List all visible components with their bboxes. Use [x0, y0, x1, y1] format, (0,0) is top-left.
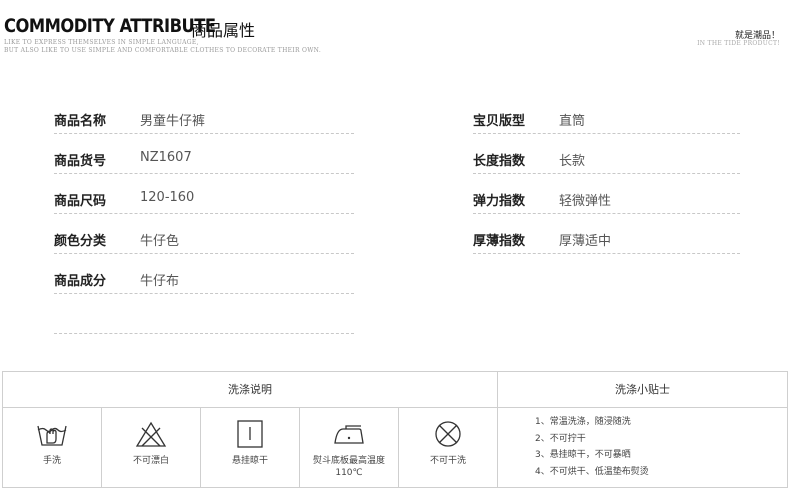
attribute-row: 商品尺码 120-160: [54, 190, 354, 214]
dashed-divider: [473, 213, 740, 214]
care-symbol-caption: 不可漂白: [132, 456, 169, 466]
attribute-label: 商品成分: [54, 274, 107, 289]
dashed-divider: [54, 133, 354, 134]
dashed-divider: [54, 333, 354, 334]
care-symbol-cell: 熨斗底板最高温度110℃: [300, 408, 399, 487]
care-tip-item: 2、不可拧干: [535, 433, 586, 444]
attribute-value: 轻微弹性: [559, 194, 612, 209]
care-symbol-cell: 悬挂晾干: [201, 408, 300, 487]
attribute-value: 男童牛仔裤: [140, 114, 206, 129]
dashed-divider: [54, 253, 354, 254]
header-title-cn: 商品属性: [191, 21, 256, 40]
care-symbol-cell: 不可漂白: [102, 408, 201, 487]
header-subtitle-line2: BUT ALSO LIKE TO USE SIMPLE AND COMFORTA…: [4, 47, 322, 54]
attribute-row: 厚薄指数 厚薄适中: [473, 230, 740, 254]
attribute-value: 牛仔色: [140, 234, 180, 249]
dashed-divider: [54, 213, 354, 214]
care-symbol-cell: 不可干洗: [399, 408, 498, 487]
care-symbol-caption: 不可干洗: [429, 456, 466, 466]
attribute-value: 厚薄适中: [559, 234, 612, 249]
care-instructions-heading: 洗涤说明: [3, 372, 498, 408]
attribute-row: 弹力指数 轻微弹性: [473, 190, 740, 214]
care-tip-item: 3、悬挂晾干，不可暴晒: [535, 450, 631, 460]
attribute-row: 长度指数 长款: [473, 150, 740, 174]
no-dry-clean-icon: [431, 419, 465, 449]
hand-wash-icon: [35, 419, 69, 449]
attribute-row: 商品货号 NZ1607: [54, 150, 354, 174]
attribute-label: 弹力指数: [473, 194, 526, 209]
attribute-row-empty: [54, 310, 354, 334]
attribute-value: 牛仔布: [140, 274, 180, 289]
no-bleach-icon: [134, 419, 168, 449]
care-tips-list: 1、常温洗涤，随浸随洗 2、不可拧干 3、悬挂晾干，不可暴晒 4、不可烘干、低温…: [535, 414, 775, 480]
attribute-label: 商品货号: [54, 154, 107, 169]
attribute-label: 商品名称: [54, 114, 107, 129]
dashed-divider: [54, 173, 354, 174]
dashed-divider: [473, 173, 740, 174]
care-tip-item: 1、常温洗涤，随浸随洗: [535, 417, 631, 427]
attribute-row: 宝贝版型 直筒: [473, 110, 740, 134]
care-symbol-caption: 悬挂晾干: [231, 456, 268, 466]
attribute-label: 长度指数: [473, 154, 526, 169]
attribute-value: 长款: [559, 154, 586, 169]
dashed-divider: [54, 293, 354, 294]
attribute-row: 商品成分 牛仔布: [54, 270, 354, 294]
care-tips-heading: 洗涤小贴士: [498, 372, 787, 408]
attribute-row: 商品名称 男童牛仔裤: [54, 110, 354, 134]
tide-slogan-en: IN THE TIDE PRODUCT!: [697, 40, 780, 47]
attribute-label: 厚薄指数: [473, 234, 526, 249]
attribute-value: 直筒: [559, 114, 586, 129]
header-subtitle-line1: LIKE TO EXPRESS THEMSELVES IN SIMPLE LAN…: [4, 39, 199, 46]
care-symbol-caption: 熨斗底板最高温度110℃: [312, 456, 385, 478]
attribute-label: 颜色分类: [54, 234, 107, 249]
attribute-value: 120-160: [140, 190, 195, 205]
iron-110-icon: [332, 419, 366, 449]
attribute-label: 商品尺码: [54, 194, 107, 209]
attribute-value: NZ1607: [140, 150, 192, 165]
attribute-header: COMMODITY ATTRIBUTE 商品属性 LIKE TO EXPRESS…: [0, 0, 790, 60]
dashed-divider: [473, 253, 740, 254]
care-tip-item: 4、不可烘干、低温垫布熨烫: [535, 466, 649, 477]
dashed-divider: [473, 133, 740, 134]
attribute-label: 宝贝版型: [473, 114, 526, 129]
attribute-row: 颜色分类 牛仔色: [54, 230, 354, 254]
care-symbol-cell: 手洗: [3, 408, 102, 487]
header-title-en: COMMODITY ATTRIBUTE: [4, 15, 216, 37]
hang-dry-icon: [233, 419, 267, 449]
care-symbol-caption: 手洗: [42, 456, 61, 466]
